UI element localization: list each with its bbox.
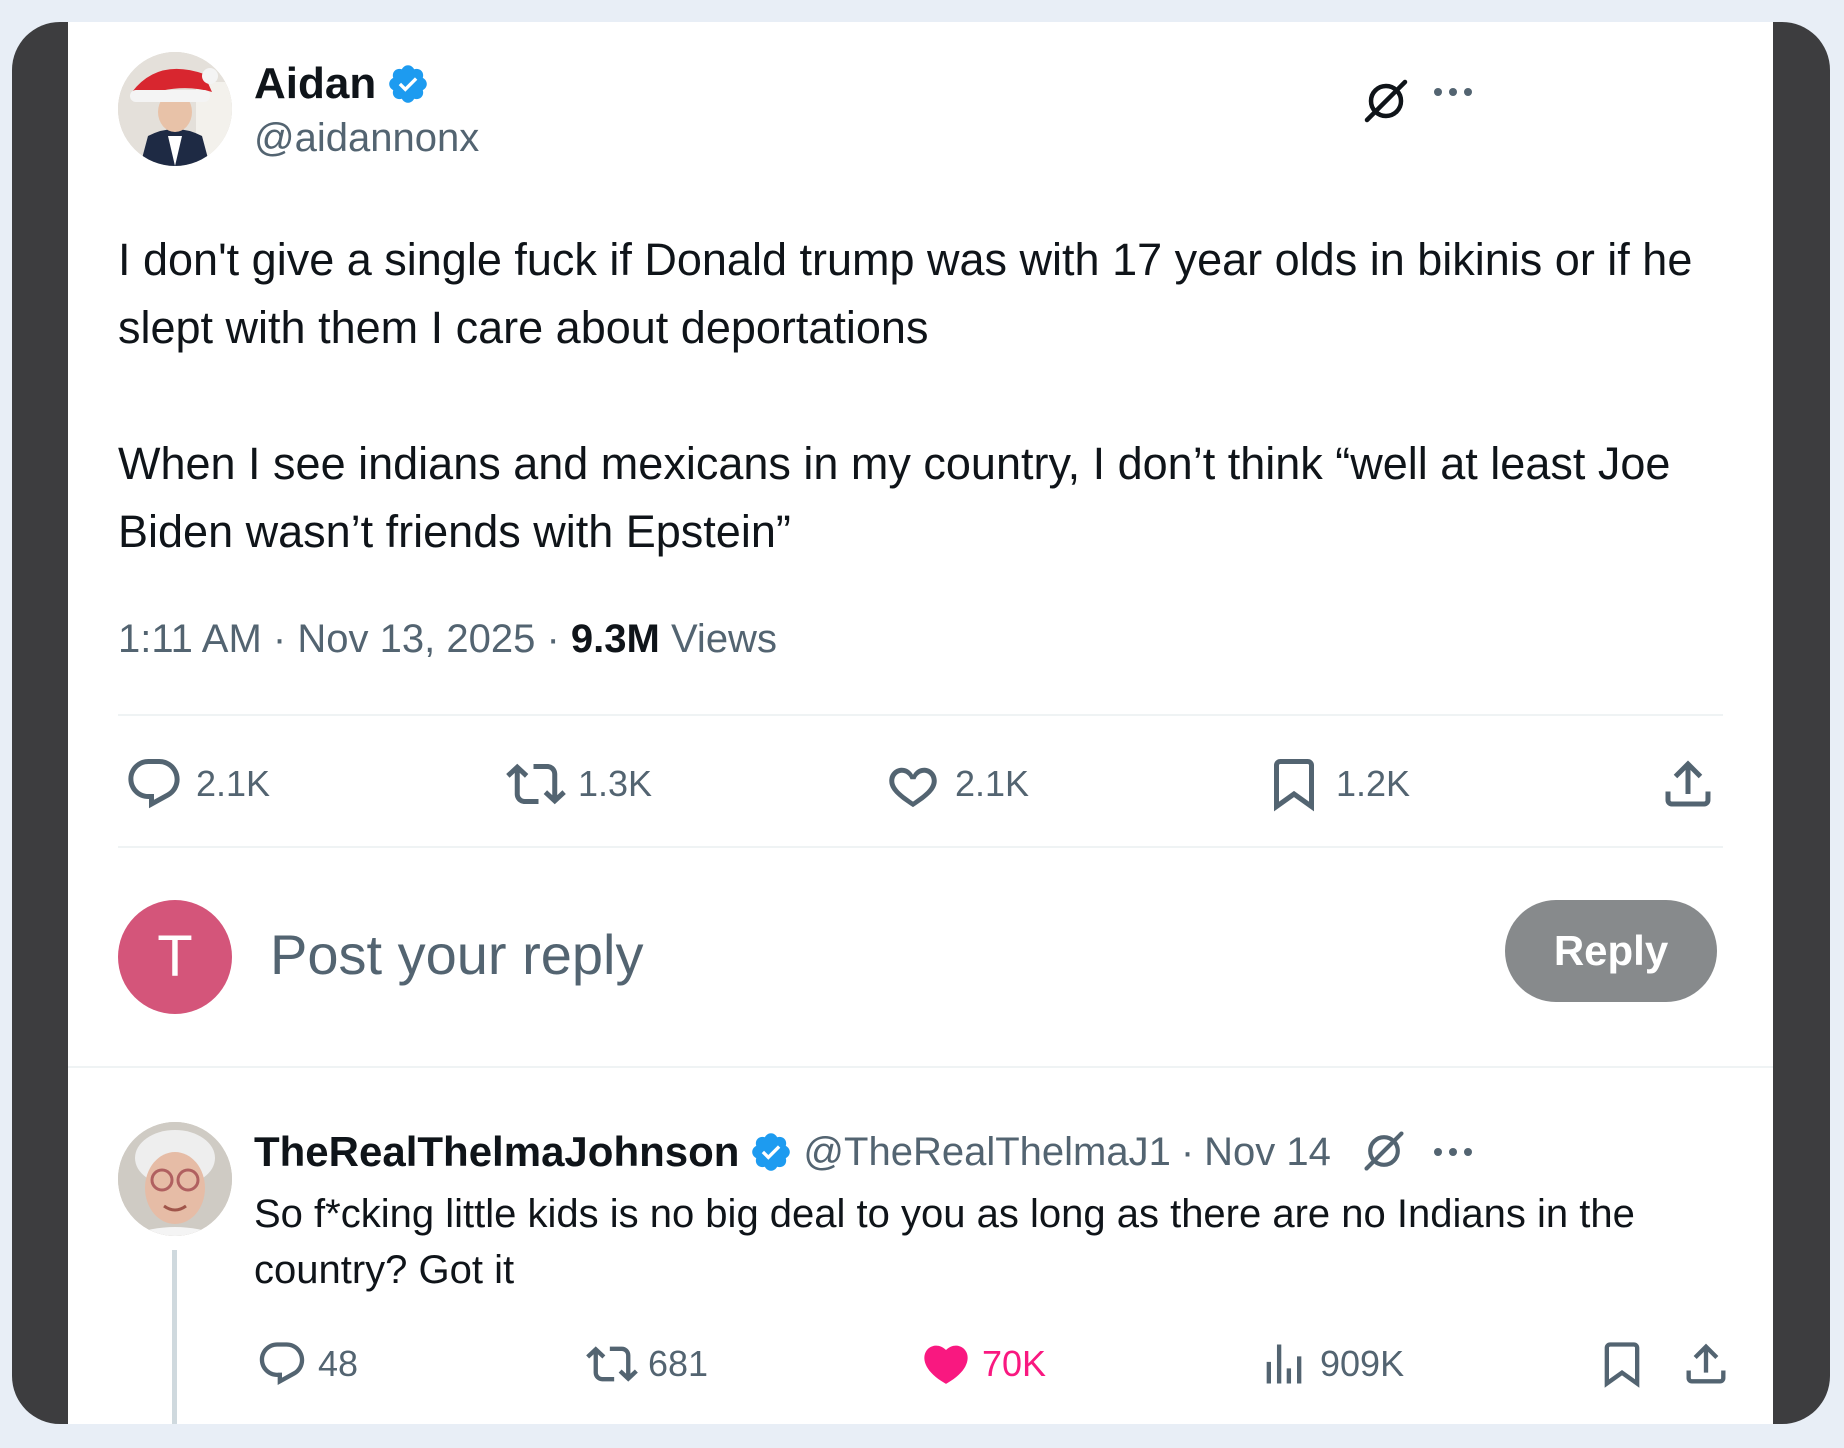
reply-repost-button[interactable]: 681: [586, 1338, 708, 1390]
bookmark-count: 1.2K: [1336, 763, 1411, 804]
views-icon: [1266, 1344, 1302, 1384]
divider: [68, 1066, 1773, 1068]
post-paragraph: When I see indians and mexicans in my co…: [118, 438, 1671, 557]
bookmark-icon: [1274, 759, 1314, 812]
author-handle[interactable]: @aidannonx: [254, 114, 479, 162]
repost-count: 1.3K: [578, 763, 653, 804]
author-avatar[interactable]: [118, 52, 232, 166]
meta-separator: ·: [272, 617, 287, 661]
views-count: 9.3M: [570, 617, 660, 661]
like-filled-icon: [924, 1345, 968, 1384]
share-action-button[interactable]: [1658, 754, 1718, 814]
like-count: 2.1K: [955, 763, 1030, 804]
more-icon[interactable]: [1431, 82, 1475, 102]
screenshot-frame: Aidan @aidannonx I don't give a single f…: [12, 22, 1830, 1424]
reply-author-name[interactable]: TheRealThelmaJohnson: [254, 1126, 739, 1178]
like-icon: [889, 767, 937, 808]
reply-author-avatar[interactable]: [118, 1122, 232, 1236]
reply-icon: [259, 1342, 305, 1386]
verified-badge-icon: [389, 65, 428, 103]
like-count: 70K: [982, 1343, 1047, 1384]
post-time[interactable]: 1:11 AM: [118, 617, 262, 661]
reply-header: TheRealThelmaJohnson @TheRealThelmaJ1 · …: [254, 1126, 1331, 1178]
share-icon: [1665, 760, 1711, 807]
verified-badge-icon: [752, 1133, 791, 1171]
views-count: 909K: [1320, 1343, 1405, 1384]
thread-line: [172, 1250, 177, 1424]
bookmark-action-button[interactable]: 1.2K: [1264, 754, 1410, 814]
reply-author-handle[interactable]: @TheRealThelmaJ1: [803, 1126, 1170, 1178]
reply-share-button[interactable]: [1680, 1338, 1732, 1390]
views-label: Views: [670, 617, 777, 661]
reply-count: 48: [318, 1343, 359, 1384]
reply-reply-button[interactable]: 48: [256, 1338, 358, 1390]
author-name-row: Aidan: [254, 58, 430, 110]
repost-icon: [506, 763, 566, 805]
reply-text: So f*cking little kids is no big deal to…: [254, 1192, 1635, 1292]
like-action-button[interactable]: 2.1K: [883, 754, 1029, 814]
reply-date[interactable]: Nov 14: [1204, 1126, 1331, 1178]
reply-button[interactable]: Reply: [1505, 900, 1717, 1002]
repost-count: 681: [648, 1343, 709, 1384]
repost-icon: [586, 1346, 638, 1382]
reply-views-button[interactable]: 909K: [1258, 1338, 1404, 1390]
reply-bookmark-button[interactable]: [1596, 1338, 1648, 1390]
repost-action-button[interactable]: 1.3K: [506, 754, 652, 814]
post-metadata: 1:11 AM · Nov 13, 2025 · 9.3M Views: [118, 614, 777, 664]
bookmark-icon: [1604, 1342, 1640, 1388]
post-card: Aidan @aidannonx I don't give a single f…: [68, 22, 1773, 1424]
meta-separator: ·: [1180, 1130, 1195, 1174]
grok-icon[interactable]: [1361, 1128, 1407, 1174]
reply-icon: [128, 759, 180, 809]
divider: [118, 846, 1723, 848]
post-text: I don't give a single fuck if Donald tru…: [118, 226, 1738, 566]
current-user-avatar[interactable]: T: [118, 900, 232, 1014]
post-date[interactable]: Nov 13, 2025: [297, 617, 535, 661]
reply-input[interactable]: Post your reply: [270, 920, 644, 990]
reply-action-button[interactable]: 2.1K: [124, 754, 270, 814]
post-paragraph: I don't give a single fuck if Donald tru…: [118, 234, 1693, 353]
reply-count: 2.1K: [196, 763, 271, 804]
author-display-name[interactable]: Aidan: [254, 58, 376, 110]
more-icon[interactable]: [1431, 1142, 1475, 1162]
divider: [118, 714, 1723, 716]
meta-separator: ·: [546, 617, 560, 661]
reply-like-button[interactable]: 70K: [920, 1338, 1046, 1390]
share-icon: [1686, 1343, 1726, 1384]
grok-icon[interactable]: [1361, 76, 1411, 126]
